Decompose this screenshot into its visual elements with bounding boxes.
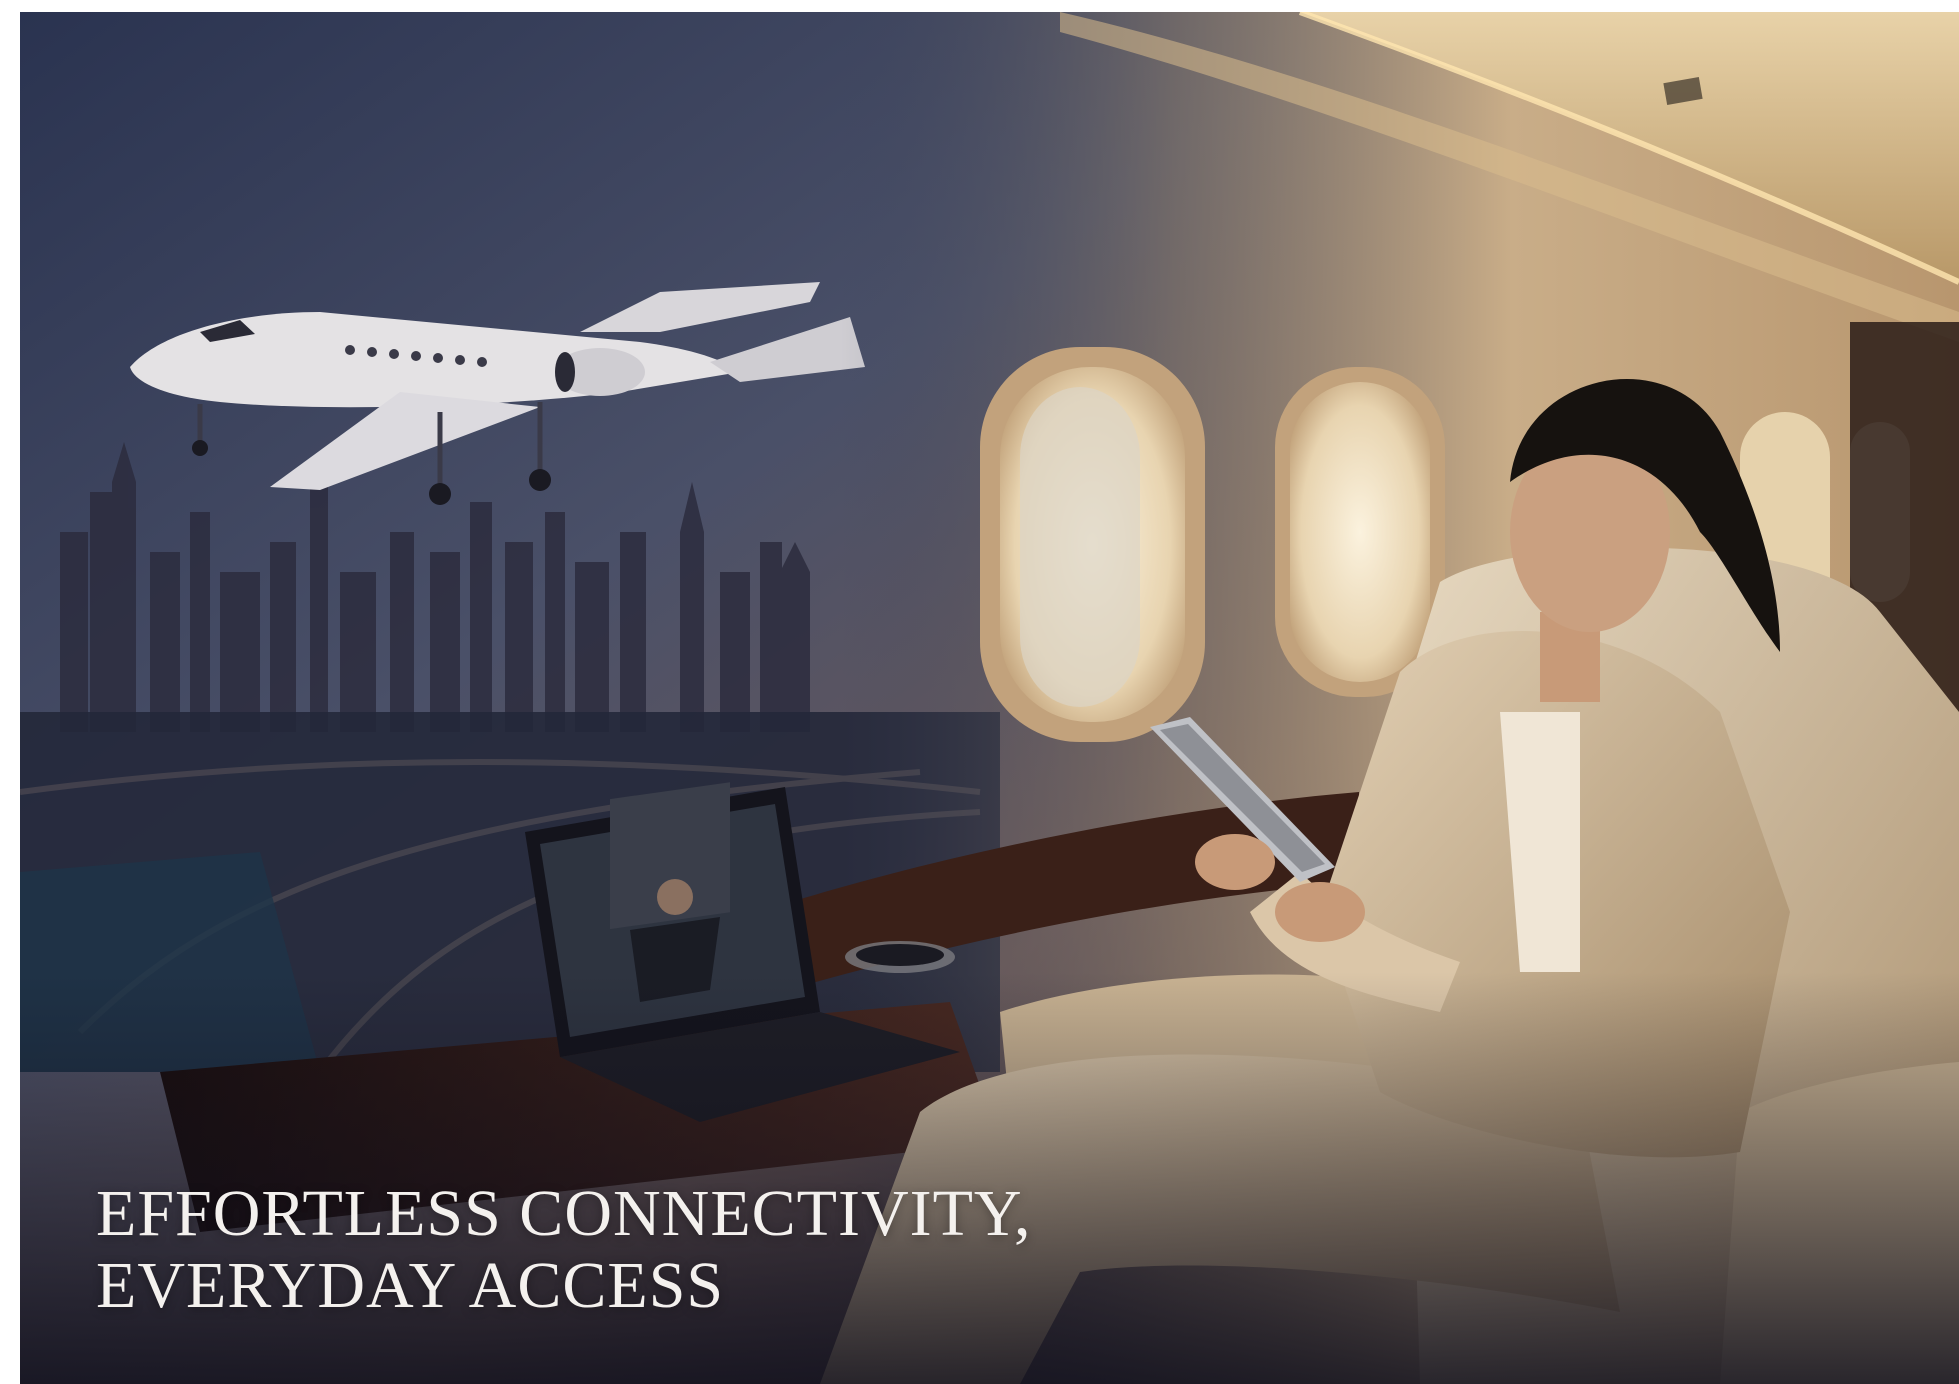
hero-banner: EFFORTLESS CONNECTIVITY, EVERYDAY ACCESS <box>20 12 1959 1384</box>
headline-line-1: EFFORTLESS CONNECTIVITY, <box>96 1177 1032 1250</box>
headline: EFFORTLESS CONNECTIVITY, EVERYDAY ACCESS <box>96 1178 1032 1322</box>
headline-line-2: EVERYDAY ACCESS <box>96 1249 725 1322</box>
